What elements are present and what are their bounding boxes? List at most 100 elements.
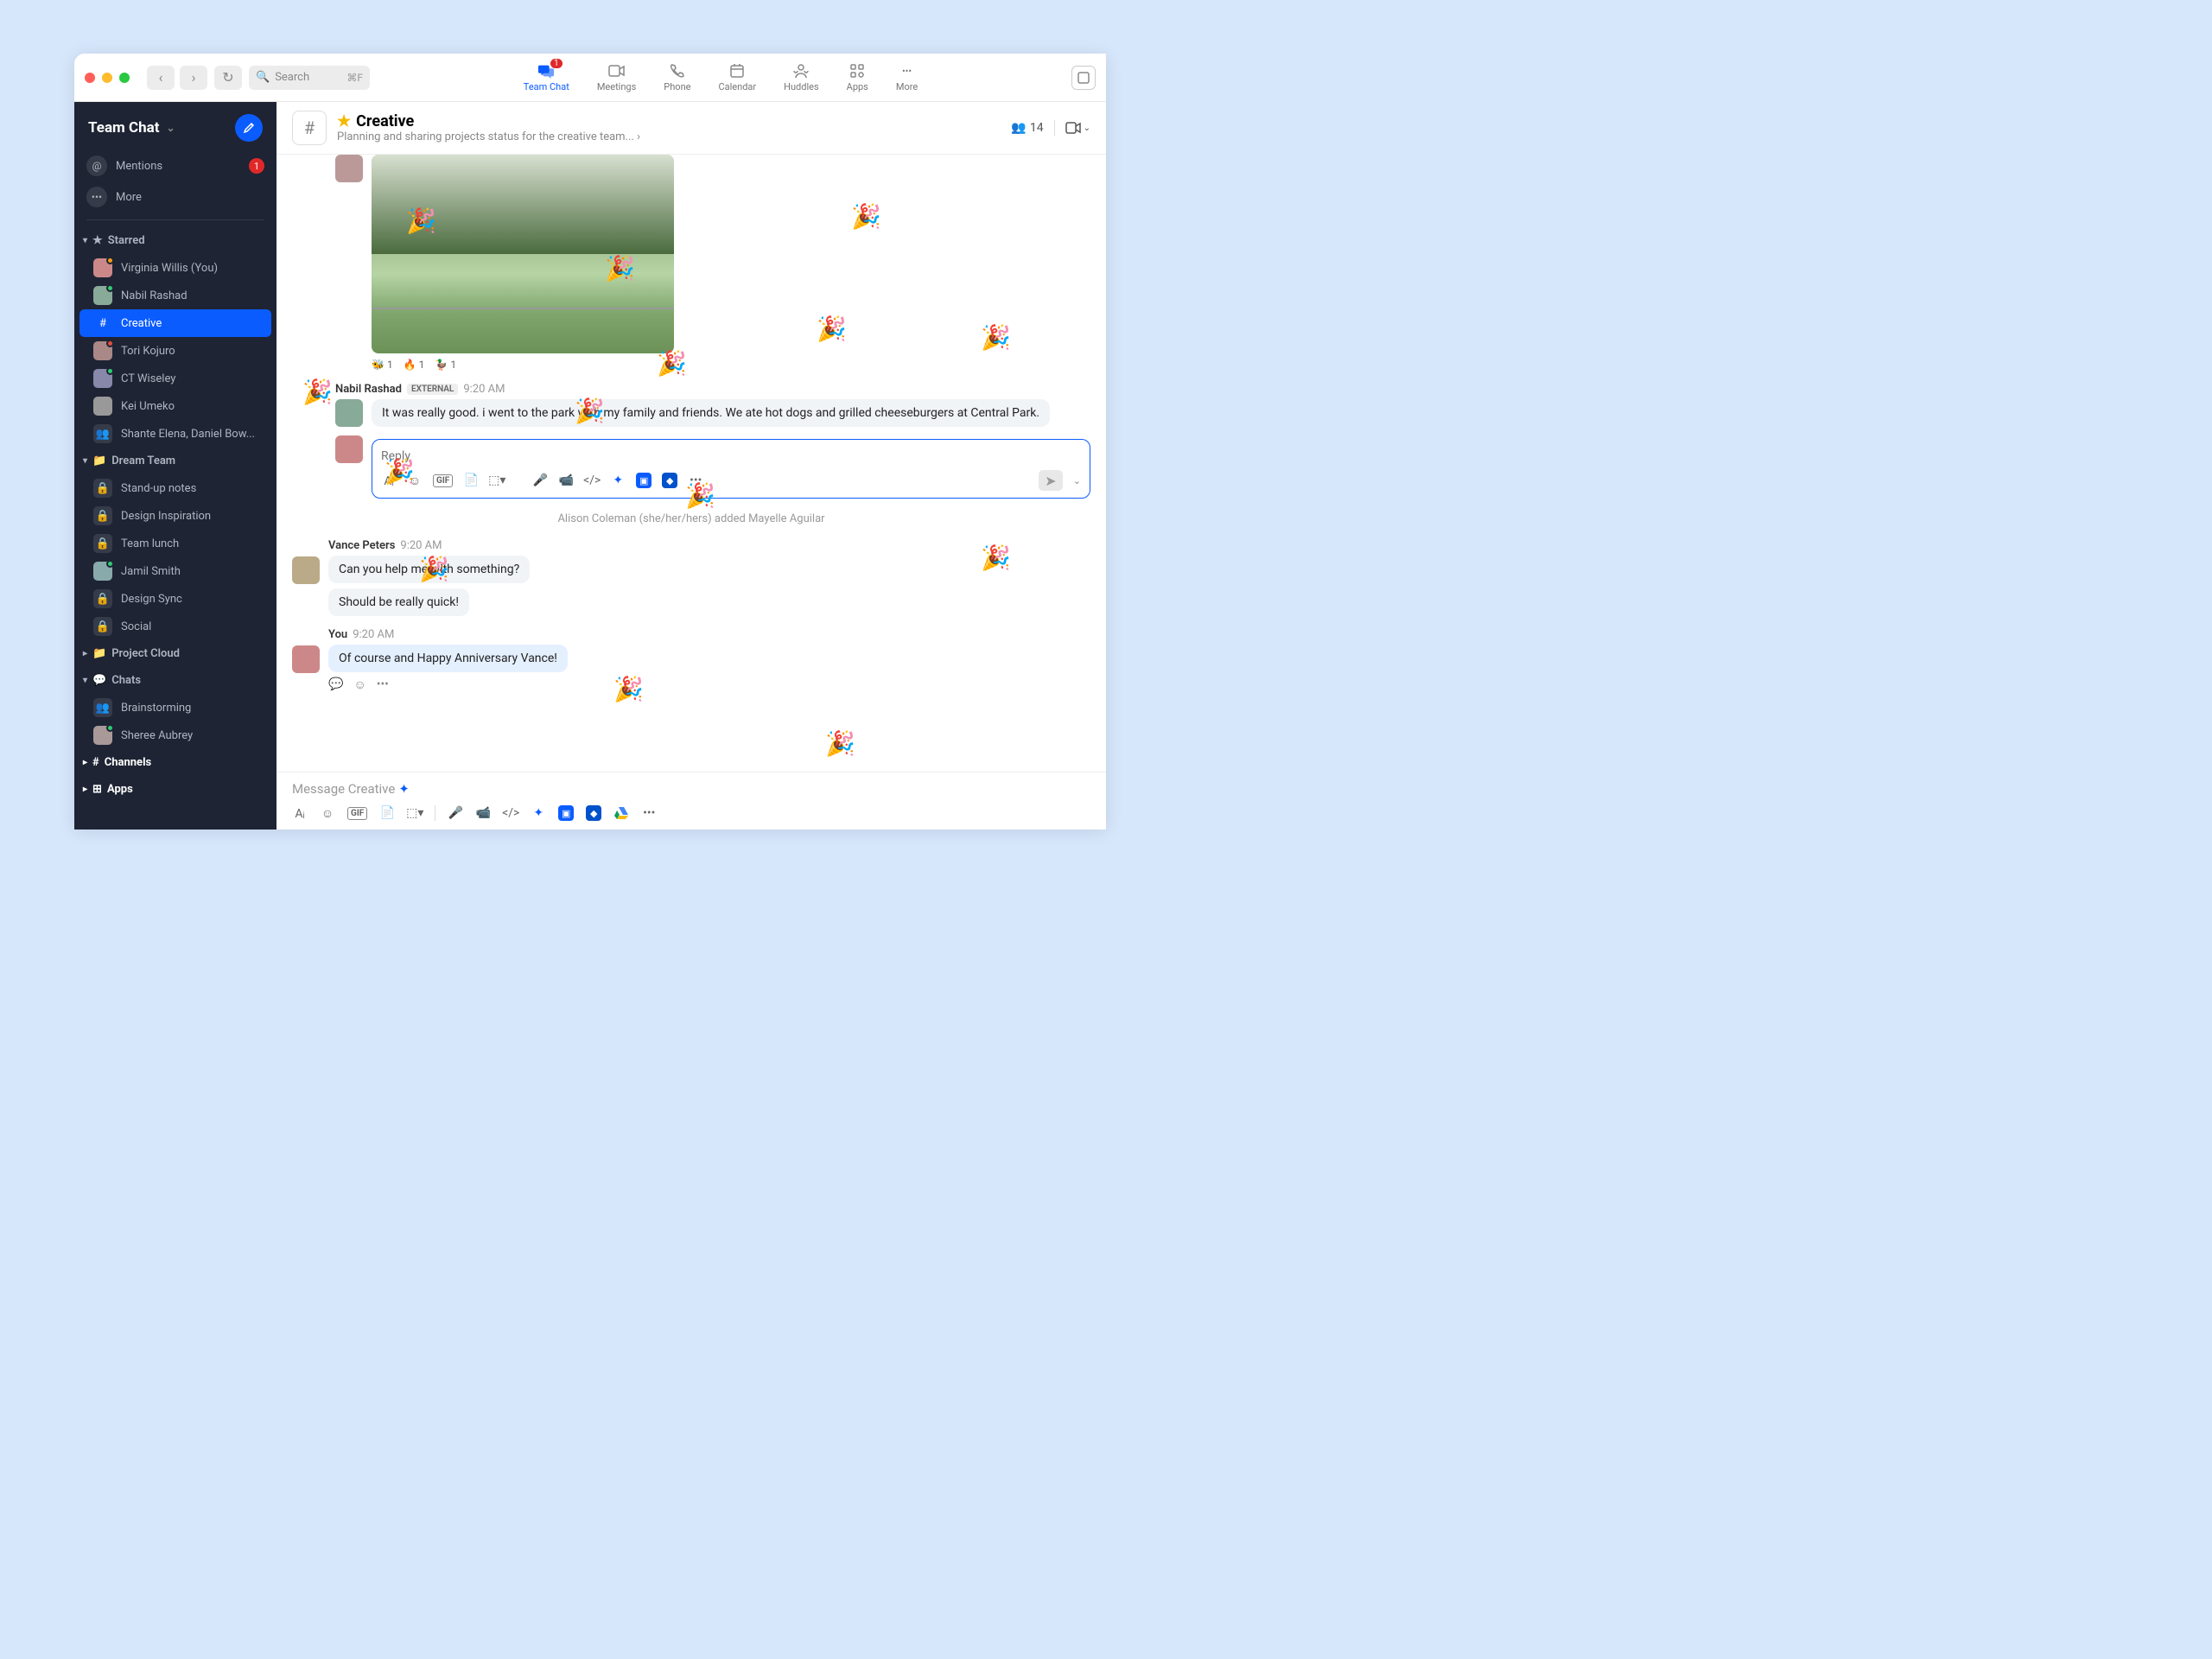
screenshot-icon[interactable]: ⬚▾ (407, 805, 423, 821)
composer-input[interactable]: Message Creative ✦ (292, 781, 1090, 797)
zoom-app-icon[interactable]: ▣ (558, 805, 574, 821)
sparkle-icon[interactable]: ✦ (531, 805, 546, 821)
jira-icon[interactable]: ◆ (586, 805, 601, 821)
hash-icon: # (92, 756, 99, 769)
sidebar-mentions[interactable]: @ Mentions 1 (74, 150, 276, 181)
channel-info[interactable]: ★Creative Planning and sharing projects … (337, 112, 1001, 143)
audio-icon[interactable]: 🎤 (532, 473, 548, 488)
composer-toolbar: Aᵢ ☺ GIF 📄 ⬚▾ 🎤 📹 </> ✦ ▣ ◆ ••• (292, 805, 1090, 821)
code-icon[interactable]: </> (584, 473, 600, 488)
at-icon: @ (86, 156, 107, 176)
zoom-app-icon[interactable]: ▣ (636, 473, 652, 488)
reaction[interactable]: 🦆1 (435, 359, 456, 371)
message-author: Vance Peters (328, 539, 395, 552)
chevron-down-icon: ⌄ (167, 122, 175, 134)
close-window[interactable] (85, 73, 95, 83)
video-icon[interactable]: 📹 (475, 805, 491, 821)
audio-icon[interactable]: 🎤 (448, 805, 463, 821)
section-dreamteam[interactable]: ▾ 📁 Dream Team (74, 448, 276, 474)
back-button[interactable]: ‹ (147, 66, 175, 90)
maximize-window[interactable] (119, 73, 130, 83)
more-icon[interactable]: ••• (641, 805, 657, 821)
image-attachment[interactable] (372, 155, 674, 353)
message-bubble[interactable]: It was really good. i went to the park w… (372, 399, 1050, 427)
profile-button[interactable] (1071, 66, 1096, 90)
chevron-down-icon: ▾ (83, 676, 87, 685)
reply-input[interactable]: Aᵢ ☺ GIF 📄 ⬚▾ 🎤 📹 </> ✦ ▣ ◆ (372, 439, 1090, 499)
sidebar-item-sheree[interactable]: Sheree Aubrey (74, 721, 276, 749)
more-icon[interactable]: ••• (377, 677, 389, 692)
section-apps[interactable]: ▸ ⊞ Apps (74, 776, 276, 803)
file-icon[interactable]: 📄 (463, 473, 479, 488)
sidebar-item-team-lunch[interactable]: 🔒Team lunch (74, 530, 276, 557)
video-icon[interactable]: 📹 (558, 473, 574, 488)
format-icon[interactable]: Aᵢ (292, 805, 308, 821)
people-icon: 👥 (93, 698, 112, 717)
search-input[interactable]: 🔍 Search ⌘F (249, 66, 370, 90)
video-call-button[interactable]: ⌄ (1065, 122, 1090, 134)
file-icon[interactable]: 📄 (379, 805, 395, 821)
format-icon[interactable]: Aᵢ (381, 473, 397, 488)
sidebar-item-jamil[interactable]: Jamil Smith (74, 557, 276, 585)
nav-huddles[interactable]: Huddles (784, 62, 819, 92)
messages[interactable]: 🎉 🎉 🎉 🎉 🎉 🎉 🎉 🎉 🎉 🎉 🎉 🎉 🎉 🎉 (276, 155, 1106, 772)
react-icon[interactable]: ☺ (353, 677, 365, 692)
reply-icon[interactable]: 💬 (328, 677, 343, 692)
sidebar-title[interactable]: Team Chat ⌄ (88, 119, 175, 137)
section-chats[interactable]: ▾ 💬 Chats (74, 667, 276, 694)
message-bubble[interactable]: Of course and Happy Anniversary Vance! (328, 645, 568, 672)
message-bubble[interactable]: Should be really quick! (328, 588, 469, 616)
reply-field[interactable] (381, 449, 1081, 463)
nav-phone[interactable]: Phone (664, 62, 690, 92)
reaction[interactable]: 🐝1 (372, 359, 393, 371)
emoji-icon[interactable]: ☺ (407, 473, 423, 488)
star-icon: ★ (337, 112, 351, 130)
sidebar-item-design-sync[interactable]: 🔒Design Sync (74, 585, 276, 613)
section-projectcloud[interactable]: ▸ 📁 Project Cloud (74, 640, 276, 667)
sidebar-item-social[interactable]: 🔒Social (74, 613, 276, 640)
section-starred[interactable]: ▾ ★ Starred (74, 227, 276, 254)
history-button[interactable]: ↻ (214, 66, 242, 90)
send-button[interactable]: ➤ (1039, 470, 1063, 491)
screenshot-icon[interactable]: ⬚▾ (489, 473, 505, 488)
nav-team-chat[interactable]: 1 Team Chat (524, 62, 569, 92)
sparkle-icon[interactable]: ✦ (610, 473, 626, 488)
sidebar-item-tori[interactable]: Tori Kojuro (74, 337, 276, 365)
system-message: Alison Coleman (she/her/hers) added Maye… (292, 512, 1090, 525)
star-icon: ★ (92, 234, 103, 247)
gif-button[interactable]: GIF (347, 807, 367, 820)
members-button[interactable]: 👥 14 (1011, 121, 1043, 135)
section-channels[interactable]: ▸ # Channels (74, 749, 276, 776)
sidebar-item-design-insp[interactable]: 🔒Design Inspiration (74, 502, 276, 530)
more-icon: ••• (86, 187, 107, 207)
forward-button[interactable]: › (180, 66, 207, 90)
sidebar-item-brainstorming[interactable]: 👥Brainstorming (74, 694, 276, 721)
compose-button[interactable] (235, 114, 263, 142)
sidebar-item-virginia[interactable]: Virginia Willis (You) (74, 254, 276, 282)
sidebar-item-nabil[interactable]: Nabil Rashad (74, 282, 276, 309)
nav-apps[interactable]: Apps (847, 62, 868, 92)
sidebar-item-standup[interactable]: 🔒Stand-up notes (74, 474, 276, 502)
message-bubble[interactable]: Can you help me with something? (328, 556, 530, 583)
emoji-icon[interactable]: ☺ (320, 805, 335, 821)
nav-more[interactable]: ••• More (896, 62, 918, 92)
folder-icon: 📁 (92, 647, 106, 660)
code-icon[interactable]: </> (503, 805, 518, 821)
sidebar-item-kei[interactable]: Kei Umeko (74, 392, 276, 420)
nav-meetings[interactable]: Meetings (597, 62, 636, 92)
jira-icon[interactable]: ◆ (662, 473, 677, 488)
reaction[interactable]: 🔥1 (404, 359, 425, 371)
confetti-icon: 🎉 (825, 729, 855, 758)
sidebar-item-ct[interactable]: CT Wiseley (74, 365, 276, 392)
sidebar-more[interactable]: ••• More (74, 181, 276, 213)
more-icon[interactable]: ••• (688, 473, 703, 488)
gif-button[interactable]: GIF (433, 474, 453, 487)
people-icon: 👥 (93, 424, 112, 443)
sidebar-item-group[interactable]: 👥Shante Elena, Daniel Bow... (74, 420, 276, 448)
drive-icon[interactable] (613, 805, 629, 821)
sidebar-item-creative[interactable]: #Creative (79, 309, 271, 337)
nav-badge: 1 (550, 59, 563, 68)
chevron-down-icon[interactable]: ⌄ (1073, 475, 1081, 486)
nav-calendar[interactable]: Calendar (718, 62, 756, 92)
minimize-window[interactable] (102, 73, 112, 83)
